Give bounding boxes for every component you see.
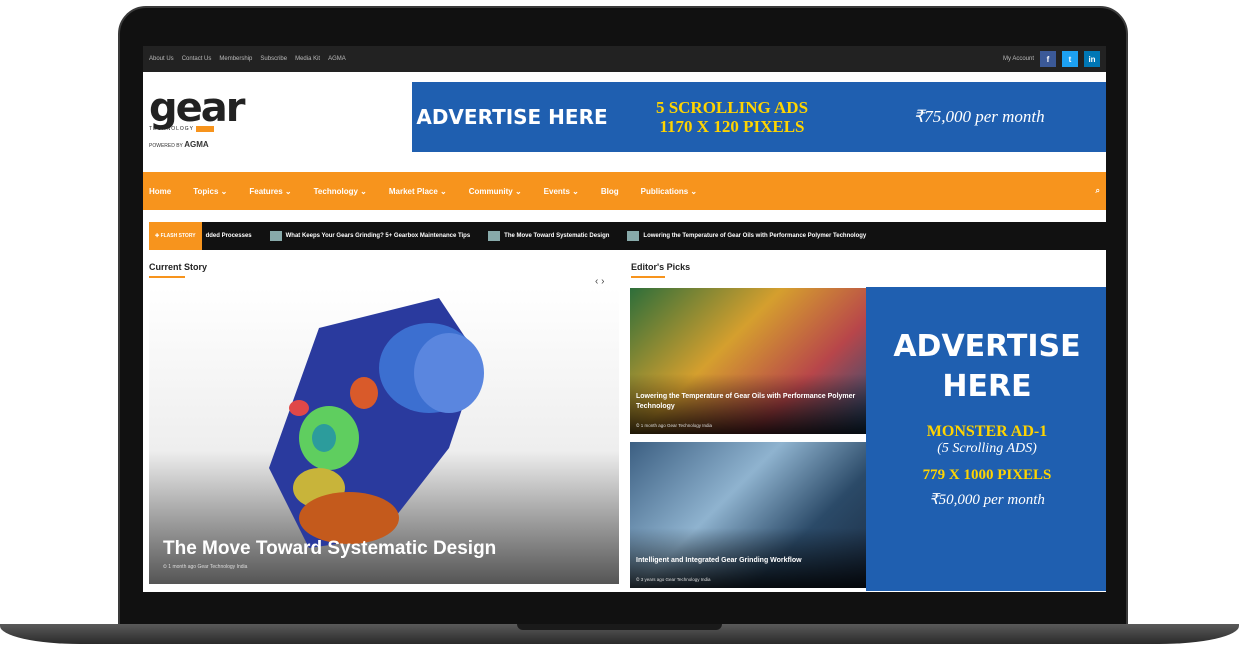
monster-ad-line1: ADVERTISE bbox=[893, 329, 1081, 364]
site-logo[interactable]: gear TECHNOLOGY POWERED BY AGMA bbox=[149, 85, 245, 149]
monster-ad-price: ₹50,000 per month bbox=[929, 492, 1045, 508]
heading-underline bbox=[149, 276, 185, 278]
nav-item-publications[interactable]: Publications ⌄ bbox=[641, 187, 698, 196]
monster-ad[interactable]: ADVERTISE HERE MONSTER AD-1 (5 Scrolling… bbox=[866, 287, 1106, 591]
logo-wordmark: gear bbox=[149, 85, 245, 131]
pick-meta: ⏲ 3 years ago Gear Technology India bbox=[636, 577, 711, 582]
nav-item-technology[interactable]: Technology ⌄ bbox=[314, 187, 367, 196]
editors-pick-card[interactable]: Lowering the Temperature of Gear Oils wi… bbox=[630, 288, 866, 434]
pick-title[interactable]: Intelligent and Integrated Gear Grinding… bbox=[636, 556, 856, 566]
slider-arrows[interactable]: ‹ › bbox=[595, 276, 604, 287]
nav-item-market-place[interactable]: Market Place ⌄ bbox=[389, 187, 447, 196]
news-ticker: ✚ FLASH STORY dded Processes What Keeps … bbox=[149, 222, 1106, 250]
laptop-screen: About Us Contact Us Membership Subscribe… bbox=[143, 46, 1106, 592]
agma-label: AGMA bbox=[184, 140, 209, 149]
pick-title[interactable]: Lowering the Temperature of Gear Oils wi… bbox=[636, 392, 856, 412]
heading-underline bbox=[631, 276, 665, 278]
monster-ad-sub: (5 Scrolling ADS) bbox=[937, 441, 1037, 456]
laptop-notch bbox=[517, 624, 722, 630]
ad-price: ₹75,000 per month bbox=[913, 107, 1045, 126]
logo-technology: TECHNOLOGY bbox=[149, 126, 195, 132]
top-bar: About Us Contact Us Membership Subscribe… bbox=[143, 46, 1106, 72]
topbar-link-agma[interactable]: AGMA bbox=[328, 56, 346, 62]
topbar-link-media-kit[interactable]: Media Kit bbox=[295, 56, 320, 62]
topbar-link-about[interactable]: About Us bbox=[149, 56, 174, 62]
ticker-item-title: What Keeps Your Gears Grinding? 5+ Gearb… bbox=[285, 233, 471, 239]
monster-ad-line2: HERE bbox=[942, 369, 1032, 404]
topbar-link-subscribe[interactable]: Subscribe bbox=[260, 56, 287, 62]
editors-picks-heading: Editor's Picks bbox=[631, 262, 691, 272]
nav-item-blog[interactable]: Blog bbox=[601, 187, 619, 196]
ticker-thumbnail bbox=[627, 231, 640, 241]
current-story-title[interactable]: The Move Toward Systematic Design bbox=[163, 538, 496, 560]
facebook-icon[interactable]: f bbox=[1040, 51, 1056, 67]
ticker-item[interactable]: Lowering the Temperature of Gear Oils wi… bbox=[627, 231, 866, 241]
nav-item-features[interactable]: Features ⌄ bbox=[249, 187, 291, 196]
powered-by-label: POWERED BY bbox=[149, 143, 183, 149]
current-story-heading: Current Story bbox=[149, 262, 208, 272]
monster-ad-pixels: 779 X 1000 PIXELS bbox=[922, 467, 1052, 483]
current-story-meta: ⏲ 1 month ago Gear Technology India bbox=[163, 564, 248, 570]
logo-india-bar bbox=[196, 126, 215, 132]
ticker-item-title: Lowering the Temperature of Gear Oils wi… bbox=[643, 233, 867, 239]
ticker-item[interactable]: What Keeps Your Gears Grinding? 5+ Gearb… bbox=[269, 231, 471, 241]
topbar-link-contact[interactable]: Contact Us bbox=[182, 56, 212, 62]
main-nav: Home Topics ⌄ Features ⌄ Technology ⌄ Ma… bbox=[143, 172, 1106, 210]
ad-size-line2: 1170 X 120 PIXELS bbox=[659, 117, 805, 136]
monster-ad-name: MONSTER AD-1 bbox=[926, 423, 1048, 440]
twitter-icon[interactable]: t bbox=[1062, 51, 1078, 67]
top-ad-banner[interactable]: ADVERTISE HERE 5 SCROLLING ADS 1170 X 12… bbox=[412, 82, 1106, 152]
ticker-thumbnail bbox=[269, 231, 282, 241]
ticker-item-title: The Move Toward Systematic Design bbox=[504, 233, 610, 239]
nav-item-home[interactable]: Home bbox=[149, 187, 171, 196]
ticker-item[interactable]: The Move Toward Systematic Design bbox=[488, 231, 609, 241]
search-icon[interactable]: ⌕ bbox=[1096, 186, 1100, 196]
logo-powered-by: POWERED BY AGMA bbox=[149, 140, 243, 149]
current-story-card[interactable]: The Move Toward Systematic Design ⏲ 1 mo… bbox=[149, 288, 619, 584]
ad-size-line1: 5 SCROLLING ADS bbox=[655, 98, 809, 117]
ticker-item[interactable]: dded Processes bbox=[206, 233, 252, 239]
linkedin-icon[interactable]: in bbox=[1084, 51, 1100, 67]
flash-story-badge: ✚ FLASH STORY bbox=[149, 222, 202, 250]
ad-advertise-here: ADVERTISE HERE bbox=[416, 105, 608, 129]
nav-item-events[interactable]: Events ⌄ bbox=[544, 187, 579, 196]
pick-meta: ⏲ 1 month ago Gear Technology India bbox=[636, 423, 712, 428]
ad-size-text: 5 SCROLLING ADS 1170 X 120 PIXELS bbox=[612, 98, 852, 136]
my-account-menu[interactable]: My Account bbox=[1003, 56, 1034, 62]
nav-item-topics[interactable]: Topics ⌄ bbox=[193, 187, 227, 196]
monster-ad-advertise: ADVERTISE HERE bbox=[866, 327, 1106, 407]
editors-pick-card[interactable]: Intelligent and Integrated Gear Grinding… bbox=[630, 442, 866, 588]
site-header: gear TECHNOLOGY POWERED BY AGMA ADVERTIS… bbox=[143, 72, 1106, 170]
ticker-thumbnail bbox=[488, 231, 501, 241]
topbar-link-membership[interactable]: Membership bbox=[219, 56, 252, 62]
nav-item-community[interactable]: Community ⌄ bbox=[469, 187, 522, 196]
